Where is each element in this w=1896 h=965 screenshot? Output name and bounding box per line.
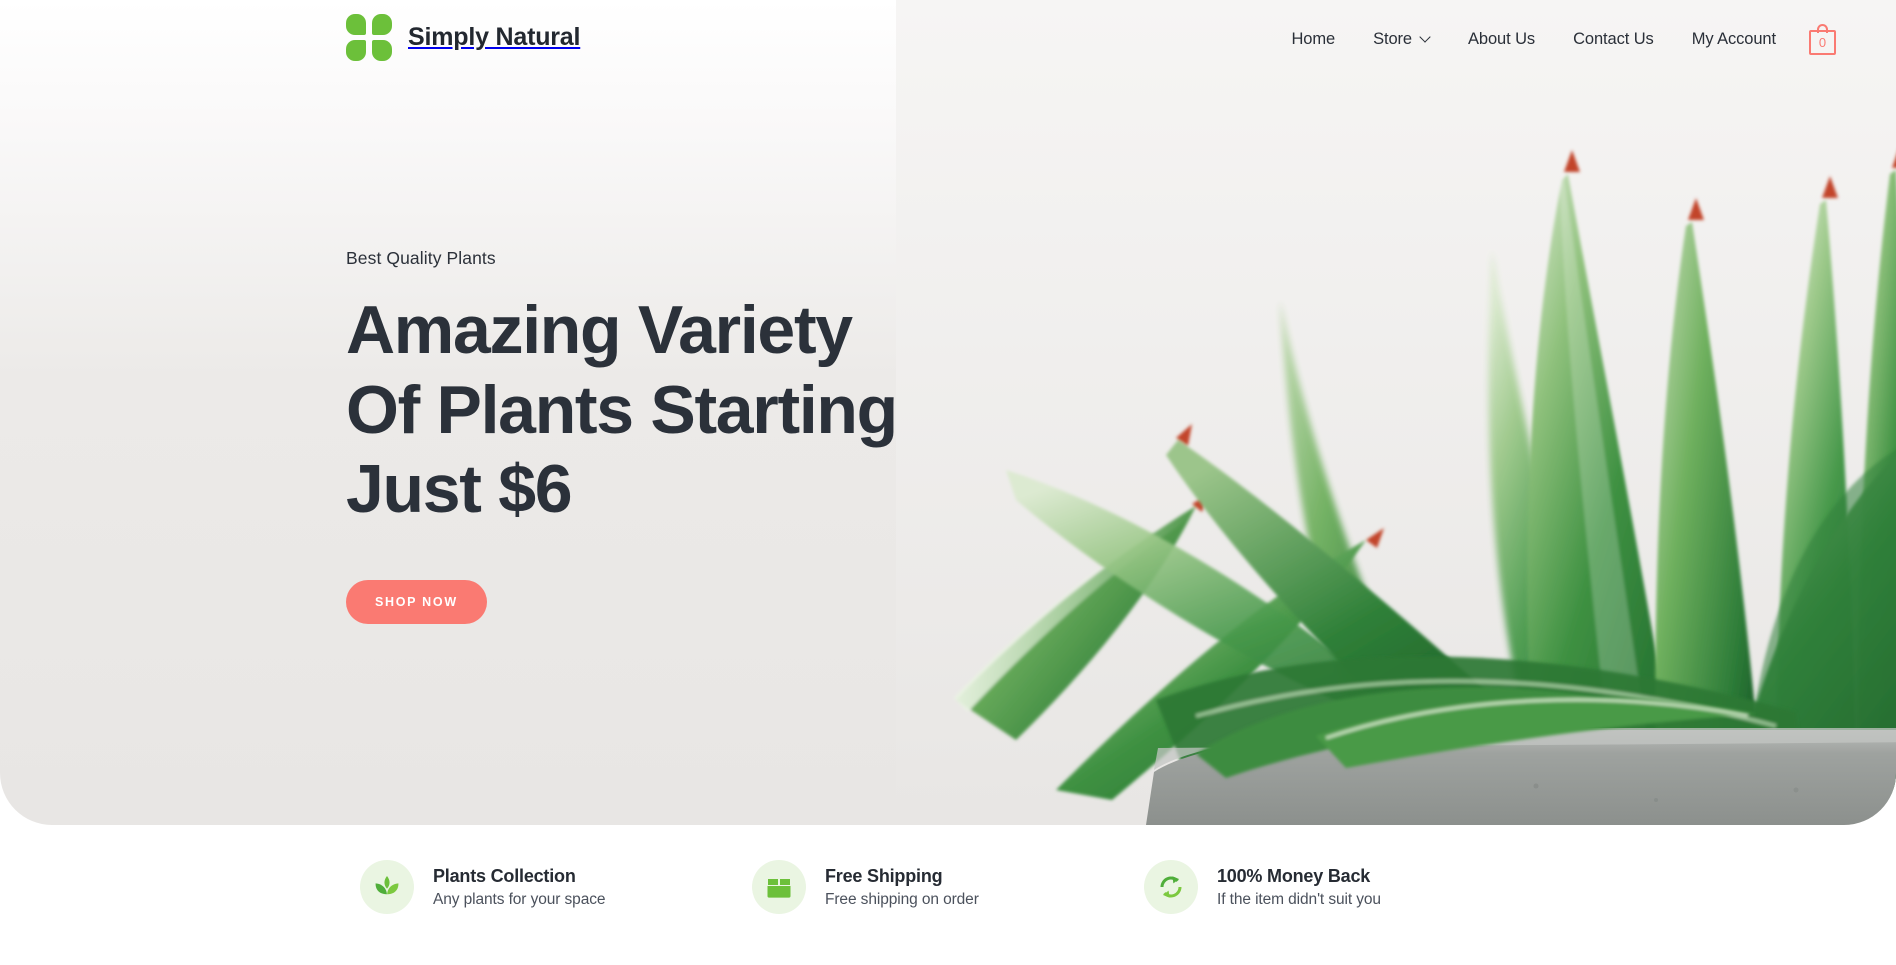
main-navigation: Home Store About Us Contact Us My Accoun… <box>1272 0 1896 79</box>
feature-title: 100% Money Back <box>1217 865 1371 886</box>
chevron-down-icon <box>1421 33 1430 42</box>
headline-line-2: Of Plants Starting <box>346 371 898 448</box>
headline-line-1: Amazing Variety <box>346 292 853 368</box>
four-leaf-clover-squares-logo-icon <box>346 14 392 61</box>
site-header: Simply Natural Home Store About Us Conta… <box>0 0 1896 79</box>
features-section: Plants Collection Any plants for your sp… <box>0 860 1896 914</box>
feature-plants-collection: Plants Collection Any plants for your sp… <box>360 860 752 914</box>
brand-logo-link[interactable]: Simply Natural <box>346 14 580 61</box>
refresh-arrows-icon <box>1144 860 1198 914</box>
nav-item-contact-us[interactable]: Contact Us <box>1554 30 1673 49</box>
cart-count-badge: 0 <box>1818 35 1827 50</box>
feature-text: 100% Money Back If the item didn't suit … <box>1217 866 1381 909</box>
nav-label-my-account: My Account <box>1691 30 1776 48</box>
cart-button[interactable]: 0 <box>1809 24 1836 55</box>
page-title: Amazing Variety Of Plants Starting Just … <box>346 291 898 530</box>
feature-subtitle: Any plants for your space <box>433 890 606 908</box>
nav-label-home: Home <box>1291 30 1336 48</box>
nav-label-store: Store <box>1373 30 1412 48</box>
nav-label-about-us: About Us <box>1468 30 1536 48</box>
brand-name: Simply Natural <box>408 23 581 51</box>
feature-text: Plants Collection Any plants for your sp… <box>433 865 606 909</box>
shipping-box-icon <box>752 860 806 914</box>
nav-item-my-account[interactable]: My Account <box>1673 30 1795 49</box>
nav-item-store[interactable]: Store <box>1354 30 1449 49</box>
feature-subtitle: If the item didn't suit you <box>1217 890 1381 908</box>
hero-eyebrow: Best Quality Plants <box>346 248 496 268</box>
feature-money-back: 100% Money Back If the item didn't suit … <box>1144 860 1536 914</box>
headline-line-3: Just $6 <box>346 451 573 528</box>
feature-subtitle: Free shipping on order <box>825 890 979 908</box>
nav-label-contact-us: Contact Us <box>1573 30 1654 48</box>
hero-plant-image <box>896 0 1896 825</box>
nav-item-about-us[interactable]: About Us <box>1449 30 1554 49</box>
nav-item-home[interactable]: Home <box>1272 30 1354 49</box>
feature-free-shipping: Free Shipping Free shipping on order <box>752 860 1144 914</box>
hero-section: Best Quality Plants Amazing Variety Of P… <box>0 0 1896 825</box>
shop-now-button[interactable]: SHOP NOW <box>346 579 487 624</box>
feature-text: Free Shipping Free shipping on order <box>825 866 979 909</box>
feature-title: Free Shipping <box>825 865 943 886</box>
feature-title: Plants Collection <box>433 865 576 886</box>
hero-copy: Best Quality Plants Amazing Variety Of P… <box>346 248 898 624</box>
leaf-plant-icon <box>360 860 414 914</box>
